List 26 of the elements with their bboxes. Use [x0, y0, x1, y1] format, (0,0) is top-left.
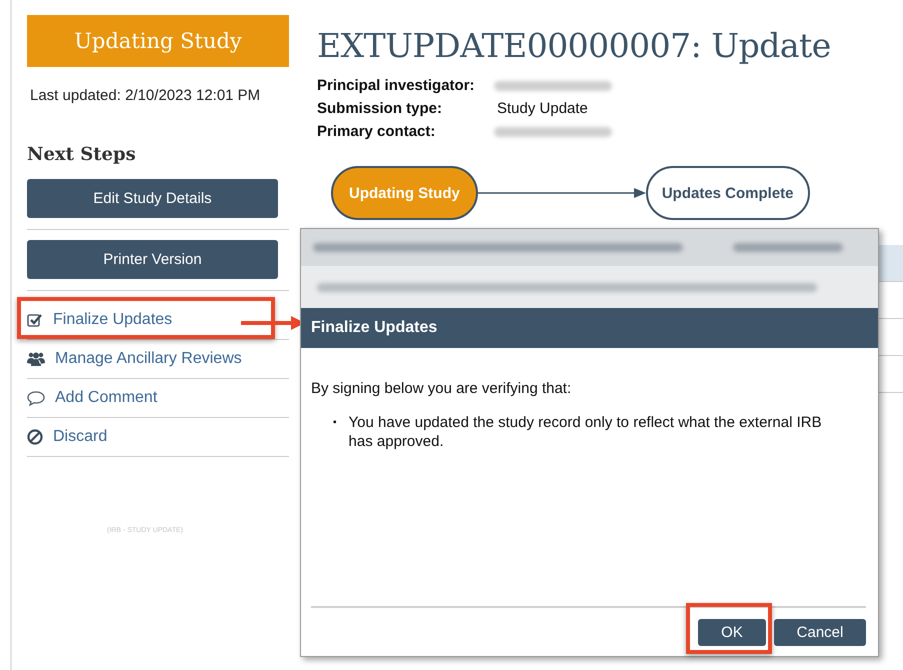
detail-label: Submission type: — [317, 100, 444, 117]
action-button[interactable]: Edit Study Details — [27, 179, 278, 218]
bullet-text: You have updated the study record only to reflect what the external IRB has approved. — [348, 413, 823, 451]
detail-label: Primary contact: — [317, 123, 436, 140]
speech-bubble-icon — [27, 390, 45, 406]
checkbox-icon — [27, 312, 43, 328]
detail-label: Principal investigator: — [317, 77, 476, 94]
next-steps-heading: Next Steps — [27, 144, 137, 165]
workflow-state: Updates Complete — [646, 166, 810, 220]
action-button[interactable]: Printer Version — [27, 240, 278, 279]
action-link[interactable]: Manage Ancillary Reviews — [27, 350, 242, 368]
detail-value: Study Update — [497, 100, 589, 117]
action-link[interactable]: Finalize Updates — [27, 311, 172, 329]
action-link[interactable]: Add Comment — [27, 389, 158, 407]
dialog-text: By signing below you are verifying that: — [311, 380, 572, 397]
prohibited-icon — [27, 429, 43, 445]
workflow-state: Updating Study — [331, 166, 478, 220]
page-title: EXTUPDATE00000007: Update — [317, 26, 832, 65]
status-banner: Updating Study — [27, 15, 289, 67]
dialog-title: Finalize Updates — [301, 308, 878, 348]
last-updated-text: Last updated: 2/10/2023 12:01 PM — [30, 87, 262, 104]
action-link[interactable]: Discard — [27, 428, 108, 446]
bullet-marker: ▪ — [333, 416, 337, 430]
dialog-button[interactable]: OK — [698, 618, 766, 646]
people-icon — [27, 351, 45, 367]
dialog-button[interactable]: Cancel — [774, 618, 866, 646]
